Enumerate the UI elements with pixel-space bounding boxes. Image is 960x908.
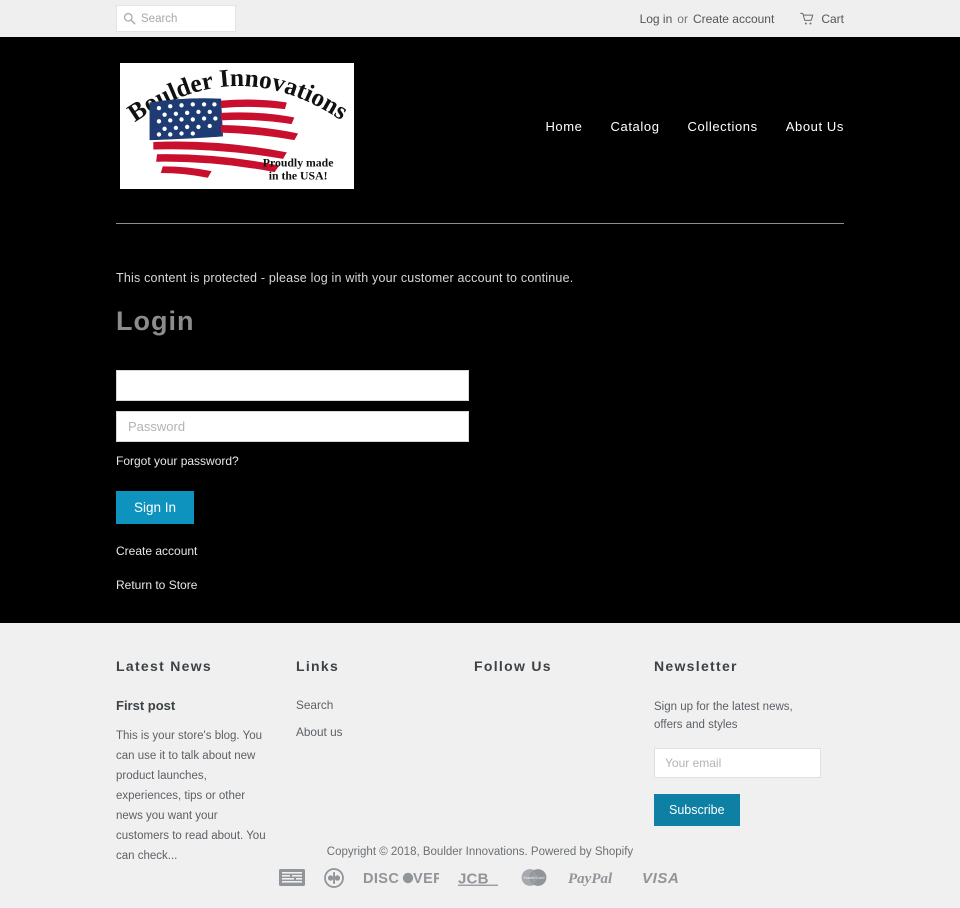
svg-text:VISA: VISA xyxy=(642,870,679,886)
utility-bar: Log in or Create account Cart xyxy=(0,0,960,37)
newsletter-email-input[interactable] xyxy=(654,748,821,779)
main-navigation: Home Catalog Collections About Us xyxy=(545,119,844,134)
return-to-store-link[interactable]: Return to Store xyxy=(116,578,960,592)
svg-text:DISC: DISC xyxy=(363,871,399,886)
login-link[interactable]: Log in xyxy=(640,12,673,26)
nav-item-catalog[interactable]: Catalog xyxy=(611,119,660,134)
follow-us-heading: Follow Us xyxy=(474,657,552,674)
nav-item-home[interactable]: Home xyxy=(545,119,582,134)
header-divider xyxy=(116,223,844,224)
newsletter-heading: Newsletter xyxy=(654,657,738,674)
utility-links: Log in or Create account Cart xyxy=(640,0,844,37)
login-form: Forgot your password? Sign In xyxy=(116,369,960,524)
footer-column-follow-us: Follow Us xyxy=(474,658,654,866)
diners-club-icon xyxy=(323,867,344,888)
site-footer: Latest News First post This is your stor… xyxy=(0,622,960,908)
payment-methods: DISC VER JCB MasterCard PayPal VISA xyxy=(0,867,960,888)
nav-item-about-us[interactable]: About Us xyxy=(786,119,844,134)
search-icon xyxy=(123,12,136,25)
footer-link-search[interactable]: Search xyxy=(296,698,450,712)
blog-post-excerpt: This is your store's blog. You can use i… xyxy=(116,729,266,862)
nav-item-collections[interactable]: Collections xyxy=(688,119,758,134)
jcb-icon: JCB xyxy=(457,870,498,886)
footer-column-latest-news: Latest News First post This is your stor… xyxy=(116,658,296,866)
svg-text:MasterCard: MasterCard xyxy=(523,875,544,880)
newsletter-description: Sign up for the latest news, offers and … xyxy=(654,700,793,731)
cart-label: Cart xyxy=(821,11,844,26)
footer-link-about-us[interactable]: About us xyxy=(296,725,450,739)
cart-link[interactable]: Cart xyxy=(800,12,844,26)
copyright-text: Copyright © 2018, Boulder Innovations. P… xyxy=(326,845,634,858)
latest-news-heading: Latest News xyxy=(116,657,212,674)
svg-text:JCB: JCB xyxy=(458,870,489,886)
mastercard-icon: MasterCard xyxy=(521,869,546,886)
blog-post-title: First post xyxy=(116,697,176,713)
shopping-cart-icon xyxy=(800,12,814,24)
site-logo[interactable]: Boulder Innovations xyxy=(116,59,358,193)
main-content: This content is protected - please log i… xyxy=(0,236,960,623)
create-account-link[interactable]: Create account xyxy=(693,12,774,26)
site-header: Boulder Innovations xyxy=(0,37,960,223)
visa-icon: VISA xyxy=(642,870,679,886)
page-title: Login xyxy=(116,305,195,336)
svg-text:VER: VER xyxy=(413,871,439,886)
american-express-icon xyxy=(278,869,305,886)
or-separator: or xyxy=(677,11,688,26)
search-box[interactable] xyxy=(116,5,236,32)
footer-columns: Latest News First post This is your stor… xyxy=(0,623,960,866)
svg-text:PayPal: PayPal xyxy=(568,871,613,886)
paypal-icon: PayPal xyxy=(568,871,613,886)
search-input[interactable] xyxy=(141,12,229,25)
footer-column-links: Links Search About us xyxy=(296,658,474,866)
protected-content-message: This content is protected - please log i… xyxy=(116,270,574,285)
email-field[interactable] xyxy=(116,369,469,401)
sign-in-button[interactable]: Sign In xyxy=(116,490,195,524)
forgot-password-link[interactable]: Forgot your password? xyxy=(116,454,239,468)
logo-tagline-line2: in the USA! xyxy=(269,170,328,183)
logo-tagline-line1: Proudly made xyxy=(263,156,334,169)
password-field[interactable] xyxy=(116,410,469,442)
create-account-link-main[interactable]: Create account xyxy=(116,544,960,558)
links-heading: Links xyxy=(295,657,340,674)
subscribe-button[interactable]: Subscribe xyxy=(654,794,740,827)
footer-column-newsletter: Newsletter Sign up for the latest news, … xyxy=(654,658,844,866)
boulder-innovations-logo-image: Boulder Innovations xyxy=(123,63,353,189)
discover-icon: DISC VER xyxy=(363,871,439,886)
